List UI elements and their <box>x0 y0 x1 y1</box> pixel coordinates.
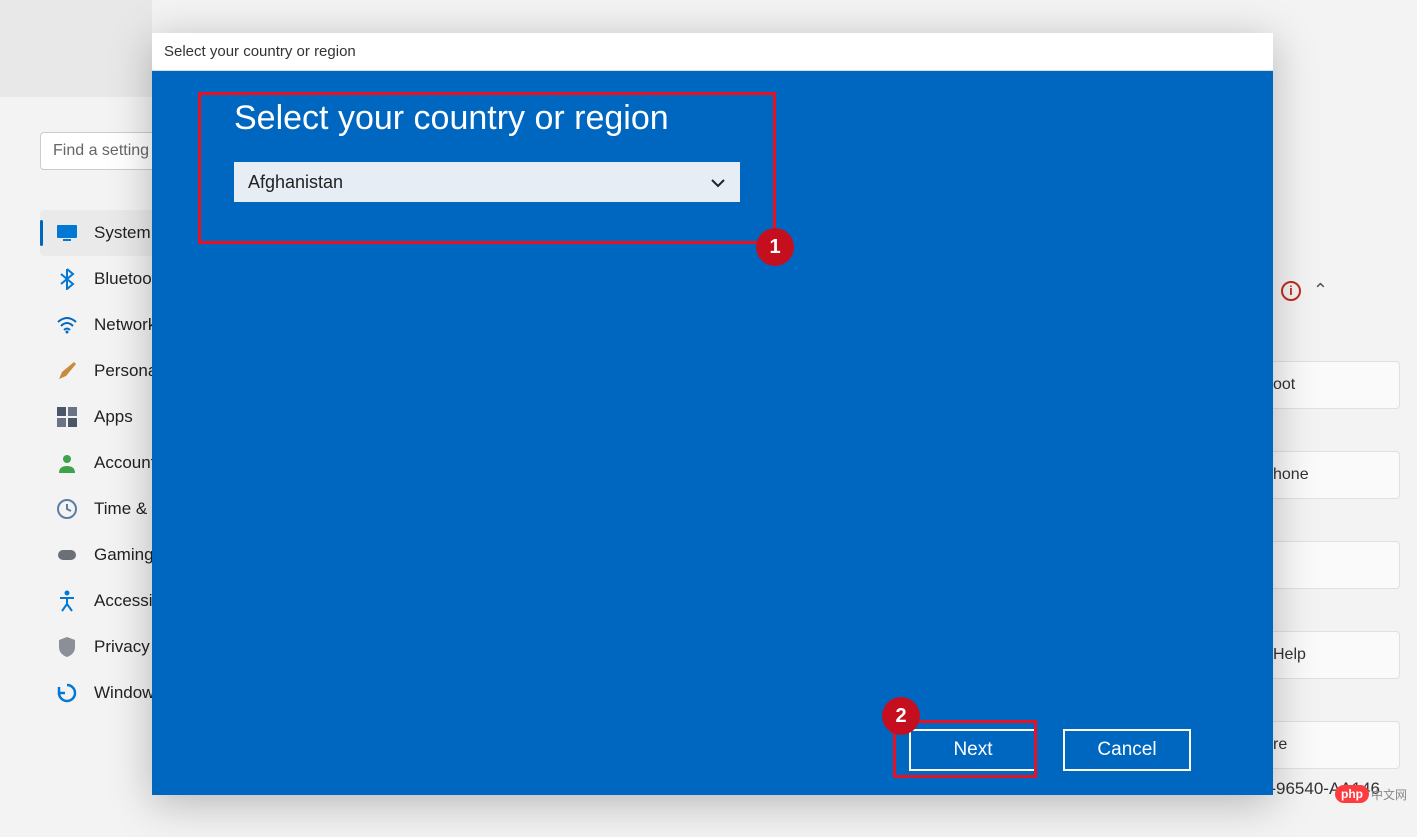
chevron-down-icon <box>710 172 726 193</box>
dialog-heading: Select your country or region <box>234 99 1191 138</box>
option-button-fragment[interactable] <box>1260 541 1400 589</box>
sidebar-item-label: System <box>94 223 151 243</box>
dialog-title-text: Select your country or region <box>164 43 356 60</box>
phone-activate-button-fragment[interactable]: hone <box>1260 451 1400 499</box>
next-button[interactable]: Next <box>909 729 1037 771</box>
chevron-up-icon[interactable]: ⌃ <box>1313 280 1328 301</box>
cancel-button-label: Cancel <box>1097 739 1156 761</box>
dropdown-selected-value: Afghanistan <box>248 172 343 193</box>
cancel-button[interactable]: Cancel <box>1063 729 1191 771</box>
apps-icon <box>56 406 78 428</box>
user-icon <box>56 452 78 474</box>
country-region-dialog: Select your country or region Select you… <box>152 33 1273 795</box>
accessibility-icon <box>56 590 78 612</box>
search-placeholder: Find a setting <box>53 142 149 160</box>
store-button-fragment[interactable]: re <box>1260 721 1400 769</box>
watermark-badge: php <box>1335 785 1369 803</box>
dialog-titlebar: Select your country or region <box>152 33 1273 71</box>
monitor-icon <box>56 222 78 244</box>
sidebar-item-label: Network <box>94 315 156 335</box>
sidebar-item-label: Apps <box>94 407 133 427</box>
wifi-icon <box>56 314 78 336</box>
shield-icon <box>56 636 78 658</box>
watermark: php 中文网 <box>1335 785 1407 803</box>
clock-icon <box>56 498 78 520</box>
sidebar-item-label: Time & l <box>94 499 156 519</box>
get-help-button-fragment[interactable]: Help <box>1260 631 1400 679</box>
activation-panel-fragment: e i ⌃ oot hone Help re <box>1260 280 1400 811</box>
game-icon <box>56 544 78 566</box>
bluetooth-icon <box>56 268 78 290</box>
alert-info-icon: i <box>1281 281 1301 301</box>
update-icon <box>56 682 78 704</box>
troubleshoot-button-fragment[interactable]: oot <box>1260 361 1400 409</box>
next-button-label: Next <box>953 739 992 761</box>
country-region-dropdown[interactable]: Afghanistan <box>234 162 740 202</box>
dialog-footer: Next Cancel <box>909 729 1191 771</box>
dialog-body: Select your country or region Afghanista… <box>152 71 1273 795</box>
sidebar-item-label: Gaming <box>94 545 154 565</box>
brush-icon <box>56 360 78 382</box>
watermark-text: 中文网 <box>1371 786 1407 803</box>
